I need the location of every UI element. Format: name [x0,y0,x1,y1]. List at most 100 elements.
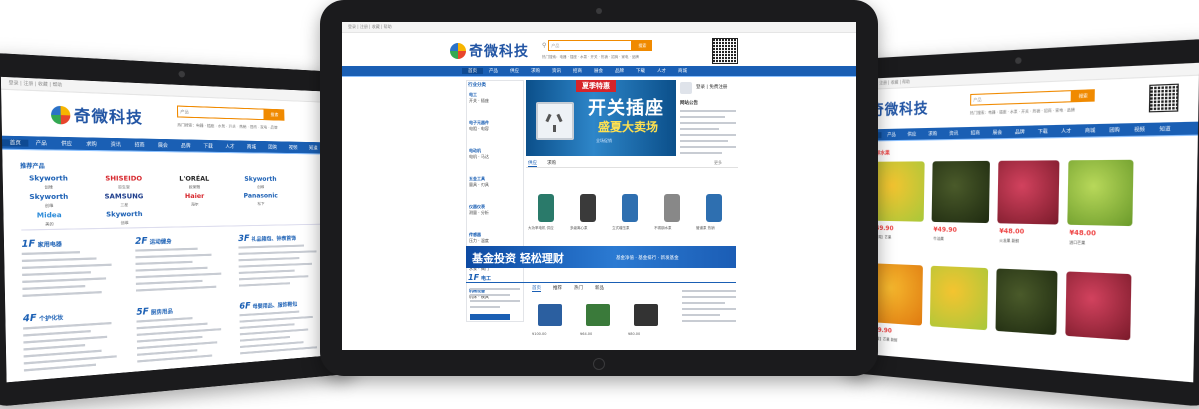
home-button-icon[interactable] [593,358,605,370]
fruit-price: ¥49.90 [933,226,957,235]
nav-item[interactable]: 求购 [79,140,104,147]
nav-item[interactable]: 产品 [483,68,504,74]
floor-heading[interactable]: 6F 母婴用品、服饰鞋包 [239,298,297,311]
nav-item[interactable]: 人才 [651,68,672,74]
member-links[interactable]: 登录 | 免费注册 [696,84,727,90]
nav-item[interactable]: 视频 [1127,126,1152,133]
floor-label: 个护化妆 [38,314,64,323]
site-logo[interactable]: 奇微科技 [50,103,143,128]
brand-subname: 海尔 [190,202,199,207]
search-input[interactable]: 产品 [970,90,1072,106]
nav-item[interactable]: 下载 [197,142,219,150]
tabs-more-link[interactable]: 更多 [714,160,722,166]
fruit-image[interactable] [1065,271,1132,341]
product-image [634,304,658,326]
nav-item[interactable]: 资讯 [104,141,128,148]
nav-item[interactable]: 商城 [672,68,693,74]
nav-item[interactable]: 知道 [1152,125,1178,132]
nav-item[interactable]: 产品 [881,131,901,138]
product-card[interactable]: 立式增压泵 [612,172,652,242]
left-tablet-screen: 登录 | 注册 | 收藏 | 帮助 奇微科技 产品 搜索 热门搜索：电器 · 插… [0,76,342,383]
fruit-image[interactable] [931,160,990,224]
floor-heading[interactable]: 4F 个护化妆 [23,311,64,324]
category-item[interactable]: 仪器仪表 测量 · 分析 [469,204,489,216]
search-button[interactable]: 搜索 [1071,89,1095,103]
floor-heading: 1F 电工 [468,273,491,282]
site-logo[interactable]: 奇微科技 [450,41,529,61]
nav-item[interactable]: 供应 [902,131,923,138]
nav-item[interactable]: 展会 [151,142,174,149]
fruit-image[interactable] [995,268,1058,336]
floor-tab[interactable]: 热门 [574,285,583,292]
nav-item[interactable]: 人才 [219,143,241,150]
nav-item[interactable]: 商城 [241,143,262,150]
category-item[interactable]: 电动机 电机 · 马达 [469,148,489,160]
logo-text: 奇微科技 [870,100,929,120]
nav-item[interactable]: 品牌 [1008,128,1031,136]
tab-item[interactable]: 供应 [528,160,537,167]
floor-heading[interactable]: 5F 厨房用品 [136,305,173,317]
nav-item[interactable]: 品牌 [609,68,630,74]
floor-label: 运动健身 [149,238,172,246]
category-item[interactable]: 电子元器件 电阻 · 电容 [469,120,489,132]
nav-item[interactable]: 展会 [588,68,609,74]
news-list [680,110,736,158]
floor-tab[interactable]: 新品 [595,285,604,292]
nav-item[interactable]: 首页 [2,138,29,147]
nav-item[interactable]: 供应 [504,68,525,74]
pump-image [622,194,638,222]
product-card[interactable]: 多级离心泵 [570,172,610,242]
brand-logo[interactable]: Panasonic 松下 [237,191,283,210]
brand-logo[interactable]: Haier 海尔 [170,191,219,211]
nav-item[interactable]: 品牌 [174,142,197,149]
nav-item[interactable]: 团购 [1102,126,1127,133]
floor-tab[interactable]: 推荐 [553,285,562,292]
search-input[interactable]: 产品 [548,40,633,51]
nav-item[interactable]: 求购 [922,130,943,137]
fruit-image[interactable] [997,160,1060,225]
fund-banner[interactable]: 基金投资 轻松理财 基金净值 · 基金排行 · 新发基金 [466,246,736,268]
nav-item[interactable]: 资讯 [546,68,567,74]
search-input[interactable]: 产品 [176,105,265,121]
floor-product-card[interactable]: ¥100.00 [528,294,572,344]
search-button[interactable]: 搜索 [264,108,285,121]
nav-item[interactable]: 团购 [262,144,283,151]
banner-link[interactable]: 全场促销 [596,138,612,144]
category-item[interactable]: 五金工具 量具 · 刃具 [469,176,489,188]
nav-item[interactable]: 视频 [283,144,304,151]
promo-banner[interactable]: 夏季特惠 开关插座 盛夏大卖场 全场促销 [526,80,676,156]
socket-image [536,102,574,140]
nav-item[interactable]: 下载 [630,68,651,74]
fruit-image[interactable] [1067,159,1134,227]
floor-product-card[interactable]: ¥80.00 [624,294,668,344]
tab-item[interactable]: 求购 [547,160,556,167]
nav-item[interactable]: 招商 [567,68,588,74]
fruit-image[interactable] [929,265,989,331]
pump-image [664,194,680,222]
floor-heading[interactable]: 2F 运动健身 [135,235,172,246]
product-card[interactable]: 大功率电机 供应 [528,172,568,242]
category-item[interactable]: 电工 开关 · 插座 [469,92,489,104]
nav-item[interactable]: 展会 [986,129,1008,136]
product-card[interactable]: 管道泵 热销 [696,172,736,242]
nav-item[interactable]: 商城 [1078,127,1102,134]
floor-heading[interactable]: 3F 礼品箱包、钟表首饰 [238,232,296,244]
floor-product-card[interactable]: ¥64.00 [576,294,620,344]
brand-subname: 创维 [44,185,54,190]
category-item[interactable]: 传感器 压力 · 温度 [469,232,489,244]
floor-tab[interactable]: 首页 [532,285,541,292]
nav-item[interactable]: 人才 [1054,127,1078,135]
search-button[interactable]: 搜索 [632,40,653,51]
nav-item[interactable]: 招商 [964,129,986,136]
floor-promo-bar[interactable] [470,314,510,320]
nav-item[interactable]: 招商 [128,141,152,148]
product-card[interactable]: 不锈钢水泵 [654,172,694,242]
nav-item[interactable]: 供应 [54,140,79,147]
floor-heading[interactable]: 1F 家用电器 [21,238,62,249]
nav-item[interactable]: 资讯 [943,130,964,137]
nav-item[interactable]: 首页 [462,68,483,74]
nav-item[interactable]: 下载 [1031,128,1054,135]
nav-item[interactable]: 产品 [28,139,54,146]
nav-item[interactable]: 求购 [525,68,546,74]
avatar[interactable] [680,82,692,94]
